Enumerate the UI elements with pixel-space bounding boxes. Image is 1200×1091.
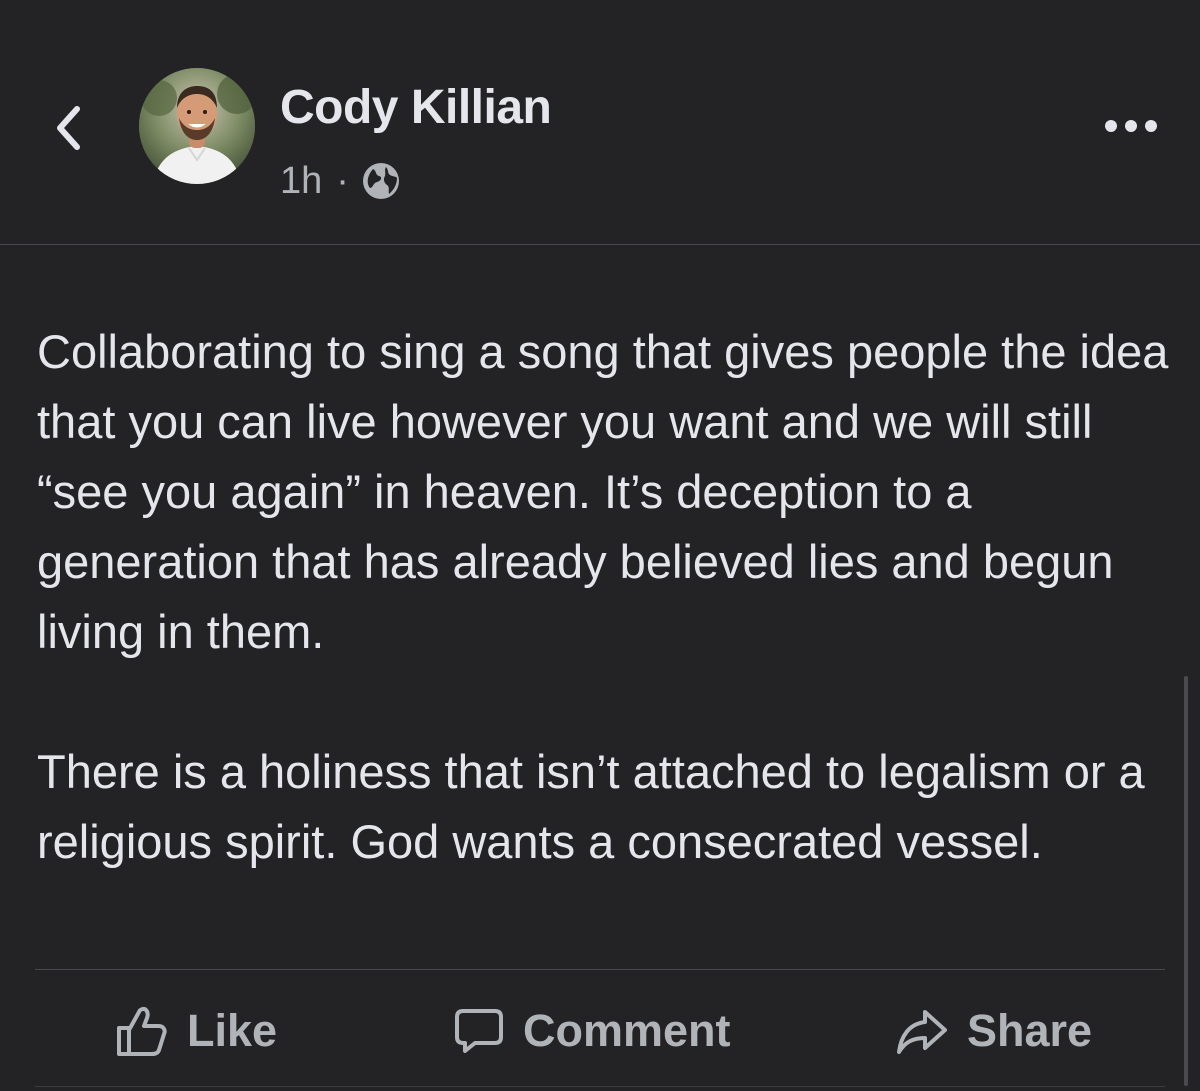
post-actions: Like Comment Share [35, 990, 1165, 1072]
more-options-button[interactable] [1096, 108, 1166, 144]
chevron-left-icon [57, 106, 80, 150]
scrollbar[interactable] [1184, 676, 1188, 1086]
divider [35, 969, 1165, 970]
author-name[interactable]: Cody Killian [280, 80, 552, 135]
share-button[interactable]: Share [895, 990, 1092, 1072]
post-text: Collaborating to sing a song that gives … [37, 317, 1177, 877]
post-paragraph: There is a holiness that isn’t attached … [37, 745, 1145, 868]
comment-label: Comment [523, 1005, 731, 1056]
share-label: Share [967, 1005, 1093, 1056]
meta-separator: · [336, 159, 349, 202]
globe-icon [361, 161, 401, 201]
like-button[interactable]: Like [115, 990, 277, 1072]
thumbs-up-icon [117, 1006, 167, 1056]
share-arrow-icon [897, 1010, 947, 1054]
divider [35, 1086, 1165, 1087]
comment-bubble-icon [455, 1009, 503, 1053]
back-button[interactable] [44, 100, 92, 156]
post-timestamp[interactable]: 1h [280, 160, 322, 203]
post-paragraph: Collaborating to sing a song that gives … [37, 325, 1169, 658]
avatar[interactable] [139, 68, 255, 184]
more-horizontal-icon [1105, 120, 1157, 132]
post-header: Cody Killian 1h · [0, 0, 1200, 245]
post-meta: 1h · [280, 156, 401, 206]
comment-button[interactable]: Comment [453, 990, 731, 1072]
profile-photo [139, 68, 255, 184]
like-label: Like [187, 1005, 278, 1056]
